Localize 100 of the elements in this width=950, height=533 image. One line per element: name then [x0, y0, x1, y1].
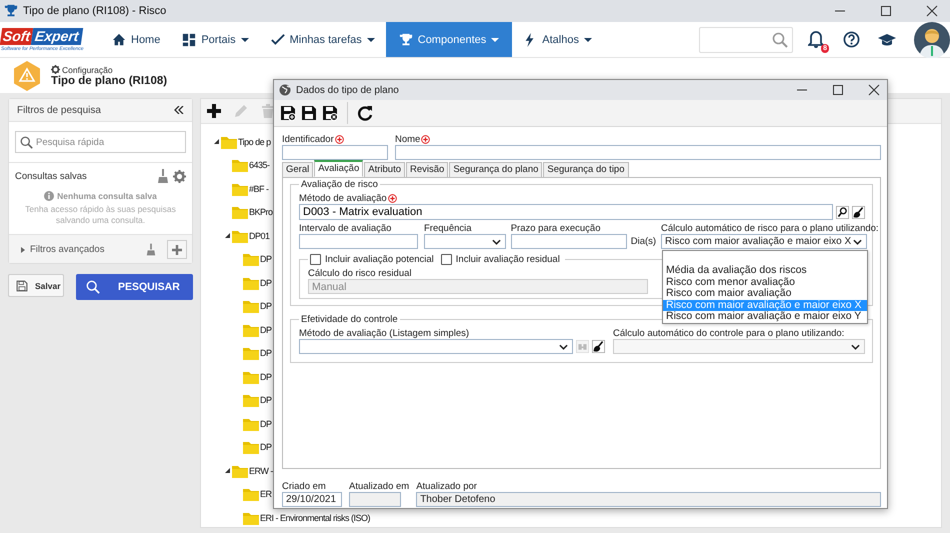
input-field[interactable]: 29/10/2021	[282, 492, 342, 507]
user-avatar-icon[interactable]	[914, 22, 950, 58]
plus-icon[interactable]	[206, 103, 222, 119]
brush-icon[interactable]	[852, 206, 865, 218]
expand-arrow-icon[interactable]	[21, 246, 25, 252]
checkbox[interactable]	[310, 254, 321, 265]
lookup-icon[interactable]	[836, 206, 849, 218]
checkbox-label[interactable]: Incluir avaliação residual	[456, 254, 560, 265]
nav-menu-item[interactable]: Minhas tarefas	[260, 22, 386, 57]
tree-item[interactable]: DP	[260, 324, 272, 335]
checkbox[interactable]	[440, 254, 452, 265]
input-field[interactable]	[282, 145, 388, 160]
tree-item[interactable]: DP	[260, 301, 272, 312]
tree-item[interactable]: 6435-	[249, 160, 270, 170]
close-icon[interactable]	[926, 5, 938, 17]
search-field[interactable]: Pesquisa rápida	[15, 131, 186, 153]
tree-item[interactable]: Tipo de p	[238, 136, 271, 147]
check-icon	[270, 32, 285, 46]
collapse-arrow-icon[interactable]	[225, 233, 230, 238]
dropdown-field[interactable]	[424, 234, 506, 249]
checkbox-label[interactable]: Incluir avaliação potencial	[325, 254, 434, 265]
input-field[interactable]: D003 - Matrix evaluation	[299, 204, 833, 220]
input-field[interactable]	[299, 234, 418, 249]
folder-icon	[243, 346, 259, 360]
folder-icon	[243, 370, 259, 384]
close-icon[interactable]	[868, 84, 880, 96]
folder-icon	[232, 182, 248, 196]
input-field[interactable]	[510, 234, 627, 249]
bell-icon[interactable]	[808, 30, 824, 48]
tree-item[interactable]: DP01	[249, 230, 270, 241]
tab[interactable]: Segurança do tipo	[543, 162, 629, 178]
tree-item[interactable]: DP	[260, 442, 272, 452]
nav-menu-item[interactable]: Home	[101, 22, 172, 57]
dropdown-field[interactable]: Risco com maior avaliação e maior eixo X	[661, 234, 867, 249]
search-icon[interactable]	[772, 32, 788, 48]
folder-icon	[232, 158, 248, 172]
tree-item[interactable]: ER	[260, 489, 272, 500]
broom-icon[interactable]	[157, 169, 169, 183]
tree-item[interactable]: DP	[260, 254, 272, 264]
breadcrumb-link[interactable]: Configuração	[62, 64, 113, 74]
folder-icon	[243, 487, 259, 502]
input-field[interactable]: Thober Detofeno	[416, 492, 881, 507]
tree-item[interactable]: #BF -	[249, 184, 269, 194]
folder-icon	[243, 510, 259, 525]
field-label: Intervalo de avaliação	[299, 222, 392, 234]
nav-menu-item[interactable]: Componentes	[386, 22, 512, 57]
folder-icon	[221, 134, 237, 149]
gear-icon[interactable]	[173, 170, 186, 182]
broom-icon[interactable]	[146, 243, 156, 256]
tree-item[interactable]: DP	[260, 278, 272, 288]
input-field[interactable]	[395, 145, 881, 160]
nav-menu-item[interactable]: Portais	[171, 22, 260, 57]
dropdown-field[interactable]	[299, 339, 573, 354]
tree-item[interactable]: DP	[260, 348, 272, 358]
maximize-icon[interactable]	[880, 5, 892, 17]
empty-state-text: Tenha acesso rápido às suas pesquisas salvando uma consulta.	[24, 204, 177, 226]
add-filter-button[interactable]	[167, 240, 187, 259]
tree-item[interactable]: DP	[260, 418, 272, 429]
chevron-down-icon	[851, 344, 860, 350]
folder-icon	[232, 464, 248, 478]
dropdown-option[interactable]: Risco com maior avaliação	[663, 288, 867, 300]
save-close-icon[interactable]	[322, 105, 338, 121]
save-new-icon[interactable]	[280, 105, 296, 121]
folder-icon	[232, 228, 248, 243]
dropdown-field[interactable]	[613, 339, 865, 354]
field-label: Identificador	[282, 134, 334, 144]
maximize-icon[interactable]	[832, 84, 844, 96]
tab[interactable]: Revisão	[406, 162, 448, 178]
dropdown-option[interactable]: Risco com maior avaliação e maior eixo Y	[663, 311, 867, 322]
collapse-icon[interactable]	[174, 106, 184, 114]
input-field[interactable]	[349, 492, 401, 507]
tree-item[interactable]: BKPro	[249, 207, 273, 218]
field-label: Prazo para execução	[510, 222, 600, 234]
help-icon[interactable]	[843, 31, 860, 48]
tree-item[interactable]: ERW -	[249, 466, 273, 476]
dropdown-option[interactable]: Risco com menor avaliação	[663, 276, 867, 288]
required-icon	[388, 194, 397, 202]
refresh-icon[interactable]	[357, 105, 373, 121]
search-button[interactable]: PESQUISAR	[76, 274, 193, 300]
nav-menu-item[interactable]: Atalhos	[512, 22, 603, 57]
collapse-arrow-icon[interactable]	[214, 139, 219, 144]
tree-item[interactable]: ERI - Environmental risks (ISO)	[260, 512, 370, 523]
graduation-cap-icon[interactable]	[878, 32, 896, 46]
section-title: Consultas salvas	[15, 170, 88, 182]
brush-icon[interactable]	[592, 340, 605, 353]
collapse-arrow-icon[interactable]	[225, 468, 230, 474]
save-icon[interactable]	[301, 105, 317, 121]
folder-icon	[243, 276, 259, 290]
tab[interactable]: Geral	[282, 162, 314, 178]
tree-item[interactable]: DP	[260, 395, 272, 406]
tree-item[interactable]: DP	[260, 372, 272, 382]
dropdown-option[interactable]: Média da avaliação dos riscos	[663, 265, 867, 276]
tab[interactable]: Segurança do plano	[449, 162, 542, 178]
tab[interactable]: Avaliação	[314, 160, 364, 177]
field-label: Atualizado em	[349, 480, 410, 492]
tab[interactable]: Atributo	[364, 162, 406, 178]
search-field[interactable]	[699, 26, 793, 52]
panel-title: Filtros de pesquisa	[17, 104, 101, 116]
save-button[interactable]: Salvar	[8, 274, 64, 297]
search-icon	[86, 280, 100, 294]
